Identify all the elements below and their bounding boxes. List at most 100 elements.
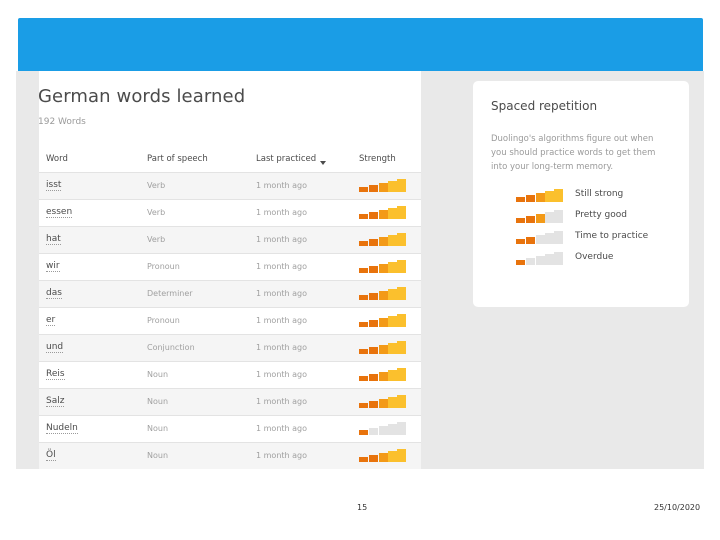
- strength-bar: [397, 395, 406, 408]
- part-of-speech: Conjunction: [147, 343, 195, 352]
- legend-bar: [545, 233, 554, 244]
- legend-item: Overdue: [516, 251, 676, 265]
- legend-bar: [516, 197, 525, 202]
- last-practiced: 1 month ago: [256, 262, 308, 271]
- words-table: Word Part of speech Last practiced Stren…: [39, 147, 421, 469]
- word-link[interactable]: hat: [46, 234, 61, 245]
- table-row[interactable]: er Pronoun 1 month ago: [39, 307, 421, 334]
- word-link[interactable]: Öl: [46, 450, 56, 461]
- legend-bar: [516, 260, 525, 265]
- column-strength[interactable]: Strength: [359, 154, 396, 164]
- legend-strength-indicator: [516, 230, 564, 244]
- word-link[interactable]: er: [46, 315, 56, 326]
- strength-bar: [388, 235, 397, 246]
- column-last-practiced-label: Last practiced: [256, 154, 317, 164]
- strength-bar: [379, 318, 388, 327]
- table-row[interactable]: isst Verb 1 month ago: [39, 172, 421, 199]
- legend-label: Pretty good: [575, 210, 627, 220]
- strength-bar: [397, 260, 406, 273]
- legend-label: Still strong: [575, 189, 624, 199]
- strength-bar: [369, 401, 378, 408]
- strength-bar: [397, 422, 406, 435]
- strength-bar: [359, 295, 368, 300]
- table-row[interactable]: Reis Noun 1 month ago: [39, 361, 421, 388]
- strength-indicator: [359, 259, 407, 273]
- strength-bar: [388, 451, 397, 462]
- last-practiced: 1 month ago: [256, 343, 308, 352]
- last-practiced: 1 month ago: [256, 289, 308, 298]
- last-practiced: 1 month ago: [256, 451, 308, 460]
- table-row[interactable]: wir Pronoun 1 month ago: [39, 253, 421, 280]
- legend-bar: [536, 214, 545, 223]
- table-row[interactable]: Öl Noun 1 month ago: [39, 442, 421, 469]
- strength-bar: [369, 212, 378, 219]
- part-of-speech: Determiner: [147, 289, 193, 298]
- strength-indicator: [359, 232, 407, 246]
- last-practiced: 1 month ago: [256, 181, 308, 190]
- strength-bar: [359, 403, 368, 408]
- strength-bar: [359, 349, 368, 354]
- legend-item: Still strong: [516, 188, 676, 202]
- table-header: Word Part of speech Last practiced Stren…: [39, 147, 421, 172]
- strength-bar: [388, 370, 397, 381]
- table-row[interactable]: essen Verb 1 month ago: [39, 199, 421, 226]
- word-link[interactable]: Reis: [46, 369, 65, 380]
- table-row[interactable]: und Conjunction 1 month ago: [39, 334, 421, 361]
- spaced-repetition-title: Spaced repetition: [491, 99, 598, 113]
- last-practiced: 1 month ago: [256, 397, 308, 406]
- strength-indicator: [359, 367, 407, 381]
- table-row[interactable]: Nudeln Noun 1 month ago: [39, 415, 421, 442]
- strength-bar: [369, 239, 378, 246]
- strength-bar: [397, 368, 406, 381]
- table-row[interactable]: Salz Noun 1 month ago: [39, 388, 421, 415]
- legend-bar: [545, 191, 554, 202]
- strength-bar: [388, 289, 397, 300]
- strength-indicator: [359, 313, 407, 327]
- page-title: German words learned: [38, 86, 246, 107]
- part-of-speech: Noun: [147, 370, 169, 379]
- strength-bar: [388, 262, 397, 273]
- strength-bar: [379, 426, 388, 435]
- strength-bar: [379, 237, 388, 246]
- part-of-speech: Noun: [147, 451, 169, 460]
- last-practiced: 1 month ago: [256, 370, 308, 379]
- strength-bar: [379, 183, 388, 192]
- legend-item: Pretty good: [516, 209, 676, 223]
- legend-label: Overdue: [575, 252, 614, 262]
- strength-indicator: [359, 286, 407, 300]
- word-link[interactable]: Salz: [46, 396, 65, 407]
- legend-strength-indicator: [516, 251, 564, 265]
- word-link[interactable]: Nudeln: [46, 423, 78, 434]
- word-link[interactable]: isst: [46, 180, 62, 191]
- sort-down-icon: [320, 161, 327, 165]
- strength-bar: [369, 347, 378, 354]
- last-practiced: 1 month ago: [256, 424, 308, 433]
- legend-bar: [536, 256, 545, 265]
- strength-bar: [369, 428, 378, 435]
- column-last-practiced[interactable]: Last practiced: [256, 154, 327, 165]
- strength-indicator: [359, 394, 407, 408]
- word-link[interactable]: wir: [46, 261, 60, 272]
- strength-bar: [369, 455, 378, 462]
- legend-bar: [526, 258, 535, 265]
- column-part-of-speech[interactable]: Part of speech: [147, 154, 208, 164]
- word-link[interactable]: das: [46, 288, 62, 299]
- strength-bar: [359, 268, 368, 273]
- legend-bar: [526, 237, 535, 244]
- strength-bar: [397, 287, 406, 300]
- legend-bar: [545, 212, 554, 223]
- part-of-speech: Pronoun: [147, 316, 180, 325]
- word-link[interactable]: und: [46, 342, 64, 353]
- column-word[interactable]: Word: [46, 154, 68, 164]
- table-row[interactable]: das Determiner 1 month ago: [39, 280, 421, 307]
- word-link[interactable]: essen: [46, 207, 73, 218]
- legend-bar: [545, 254, 554, 265]
- strength-indicator: [359, 421, 407, 435]
- strength-bar: [359, 457, 368, 462]
- table-row[interactable]: hat Verb 1 month ago: [39, 226, 421, 253]
- word-count: 192 Words: [38, 117, 86, 127]
- legend-bar: [536, 193, 545, 202]
- strength-bar: [388, 343, 397, 354]
- header-bar: [18, 18, 703, 71]
- legend-item: Time to practice: [516, 230, 676, 244]
